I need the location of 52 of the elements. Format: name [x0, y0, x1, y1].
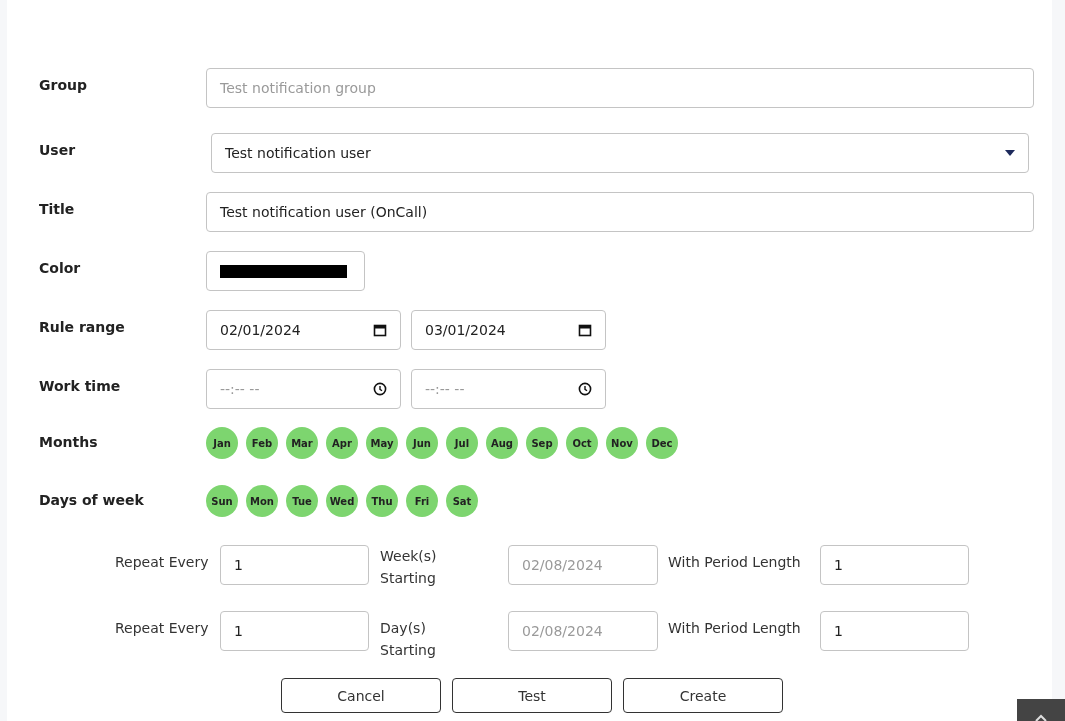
repeat-field[interactable]: 1: [220, 545, 369, 585]
period-field[interactable]: 1: [820, 545, 969, 585]
calendar-icon[interactable]: [578, 323, 592, 337]
period-label: With Period Length: [668, 619, 802, 638]
chevron-icon: [1034, 713, 1048, 721]
clock-icon[interactable]: [373, 382, 387, 396]
date-field[interactable]: 02/01/2024: [206, 310, 401, 350]
month-toggle[interactable]: Apr: [326, 427, 358, 459]
field-label: User: [39, 141, 77, 158]
repeat-label: Repeat Every: [115, 553, 210, 572]
clock-icon[interactable]: [578, 382, 592, 396]
field-label: Color: [39, 259, 82, 276]
caret-icon: [1005, 150, 1015, 156]
month-toggle[interactable]: Aug: [486, 427, 518, 459]
day-toggle[interactable]: Thu: [366, 485, 398, 517]
cancel-button[interactable]: Cancel: [281, 678, 441, 713]
month-toggle[interactable]: Dec: [646, 427, 678, 459]
calendar-icon[interactable]: [373, 323, 387, 337]
field-label: Rule range: [39, 318, 126, 335]
date-field[interactable]: 03/01/2024: [411, 310, 606, 350]
month-toggle[interactable]: Jul: [446, 427, 478, 459]
field-label: Months: [39, 433, 99, 450]
month-toggle[interactable]: Jun: [406, 427, 438, 459]
field-label: Work time: [39, 377, 122, 394]
day-toggle[interactable]: Mon: [246, 485, 278, 517]
repeat-label: Repeat Every: [115, 619, 210, 638]
create-button[interactable]: Create: [623, 678, 783, 713]
title-field[interactable]: Test notification user (OnCall): [206, 192, 1034, 232]
unit-label: Day(s) Starting: [380, 619, 437, 660]
month-toggle[interactable]: Jan: [206, 427, 238, 459]
month-toggle[interactable]: Feb: [246, 427, 278, 459]
day-toggle[interactable]: Sat: [446, 485, 478, 517]
field-label: Group: [39, 76, 88, 93]
month-toggle[interactable]: Mar: [286, 427, 318, 459]
period-label: With Period Length: [668, 553, 802, 572]
day-toggle[interactable]: Fri: [406, 485, 438, 517]
test-button[interactable]: Test: [452, 678, 612, 713]
month-toggle[interactable]: Oct: [566, 427, 598, 459]
color-picker[interactable]: [206, 251, 365, 291]
unit-label: Week(s) Starting: [380, 547, 438, 588]
day-toggle[interactable]: Wed: [326, 485, 358, 517]
field-label: Days of week: [39, 491, 145, 508]
field-label: Title: [39, 200, 76, 217]
period-field[interactable]: 1: [820, 611, 969, 651]
day-toggle[interactable]: Sun: [206, 485, 238, 517]
user-select[interactable]: Test notification user: [211, 133, 1029, 173]
day-toggle[interactable]: Tue: [286, 485, 318, 517]
month-toggle[interactable]: Nov: [606, 427, 638, 459]
repeat-field[interactable]: 1: [220, 611, 369, 651]
month-toggle[interactable]: May: [366, 427, 398, 459]
month-toggle[interactable]: Sep: [526, 427, 558, 459]
scroll-to-top-button[interactable]: [1017, 699, 1065, 721]
